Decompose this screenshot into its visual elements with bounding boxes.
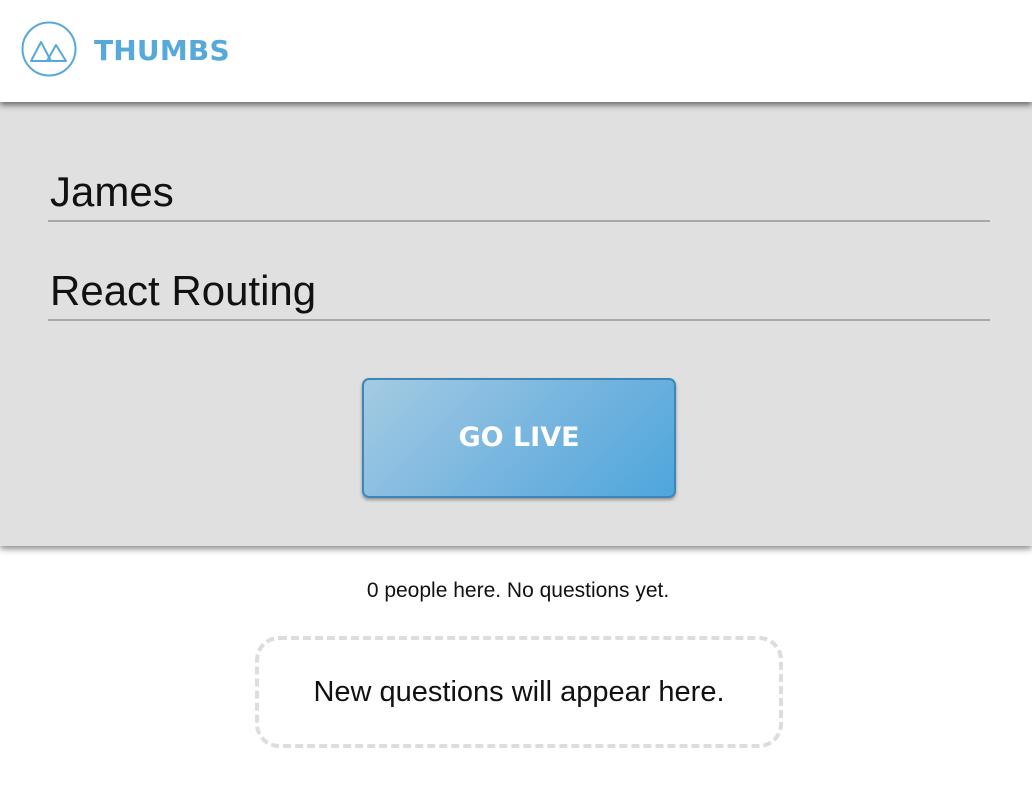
go-live-button[interactable]: GO LIVE	[362, 378, 676, 498]
app-header: THUMBS	[0, 0, 1032, 102]
session-panel: GO LIVE	[0, 102, 1032, 546]
session-topic-input[interactable]	[48, 263, 990, 321]
questions-placeholder: New questions will appear here.	[255, 636, 783, 748]
logo-icon	[21, 21, 77, 77]
status-text: 0 people here. No questions yet.	[366, 579, 670, 602]
presenter-name-input[interactable]	[48, 164, 990, 222]
brand-name: THUMBS	[94, 34, 230, 67]
